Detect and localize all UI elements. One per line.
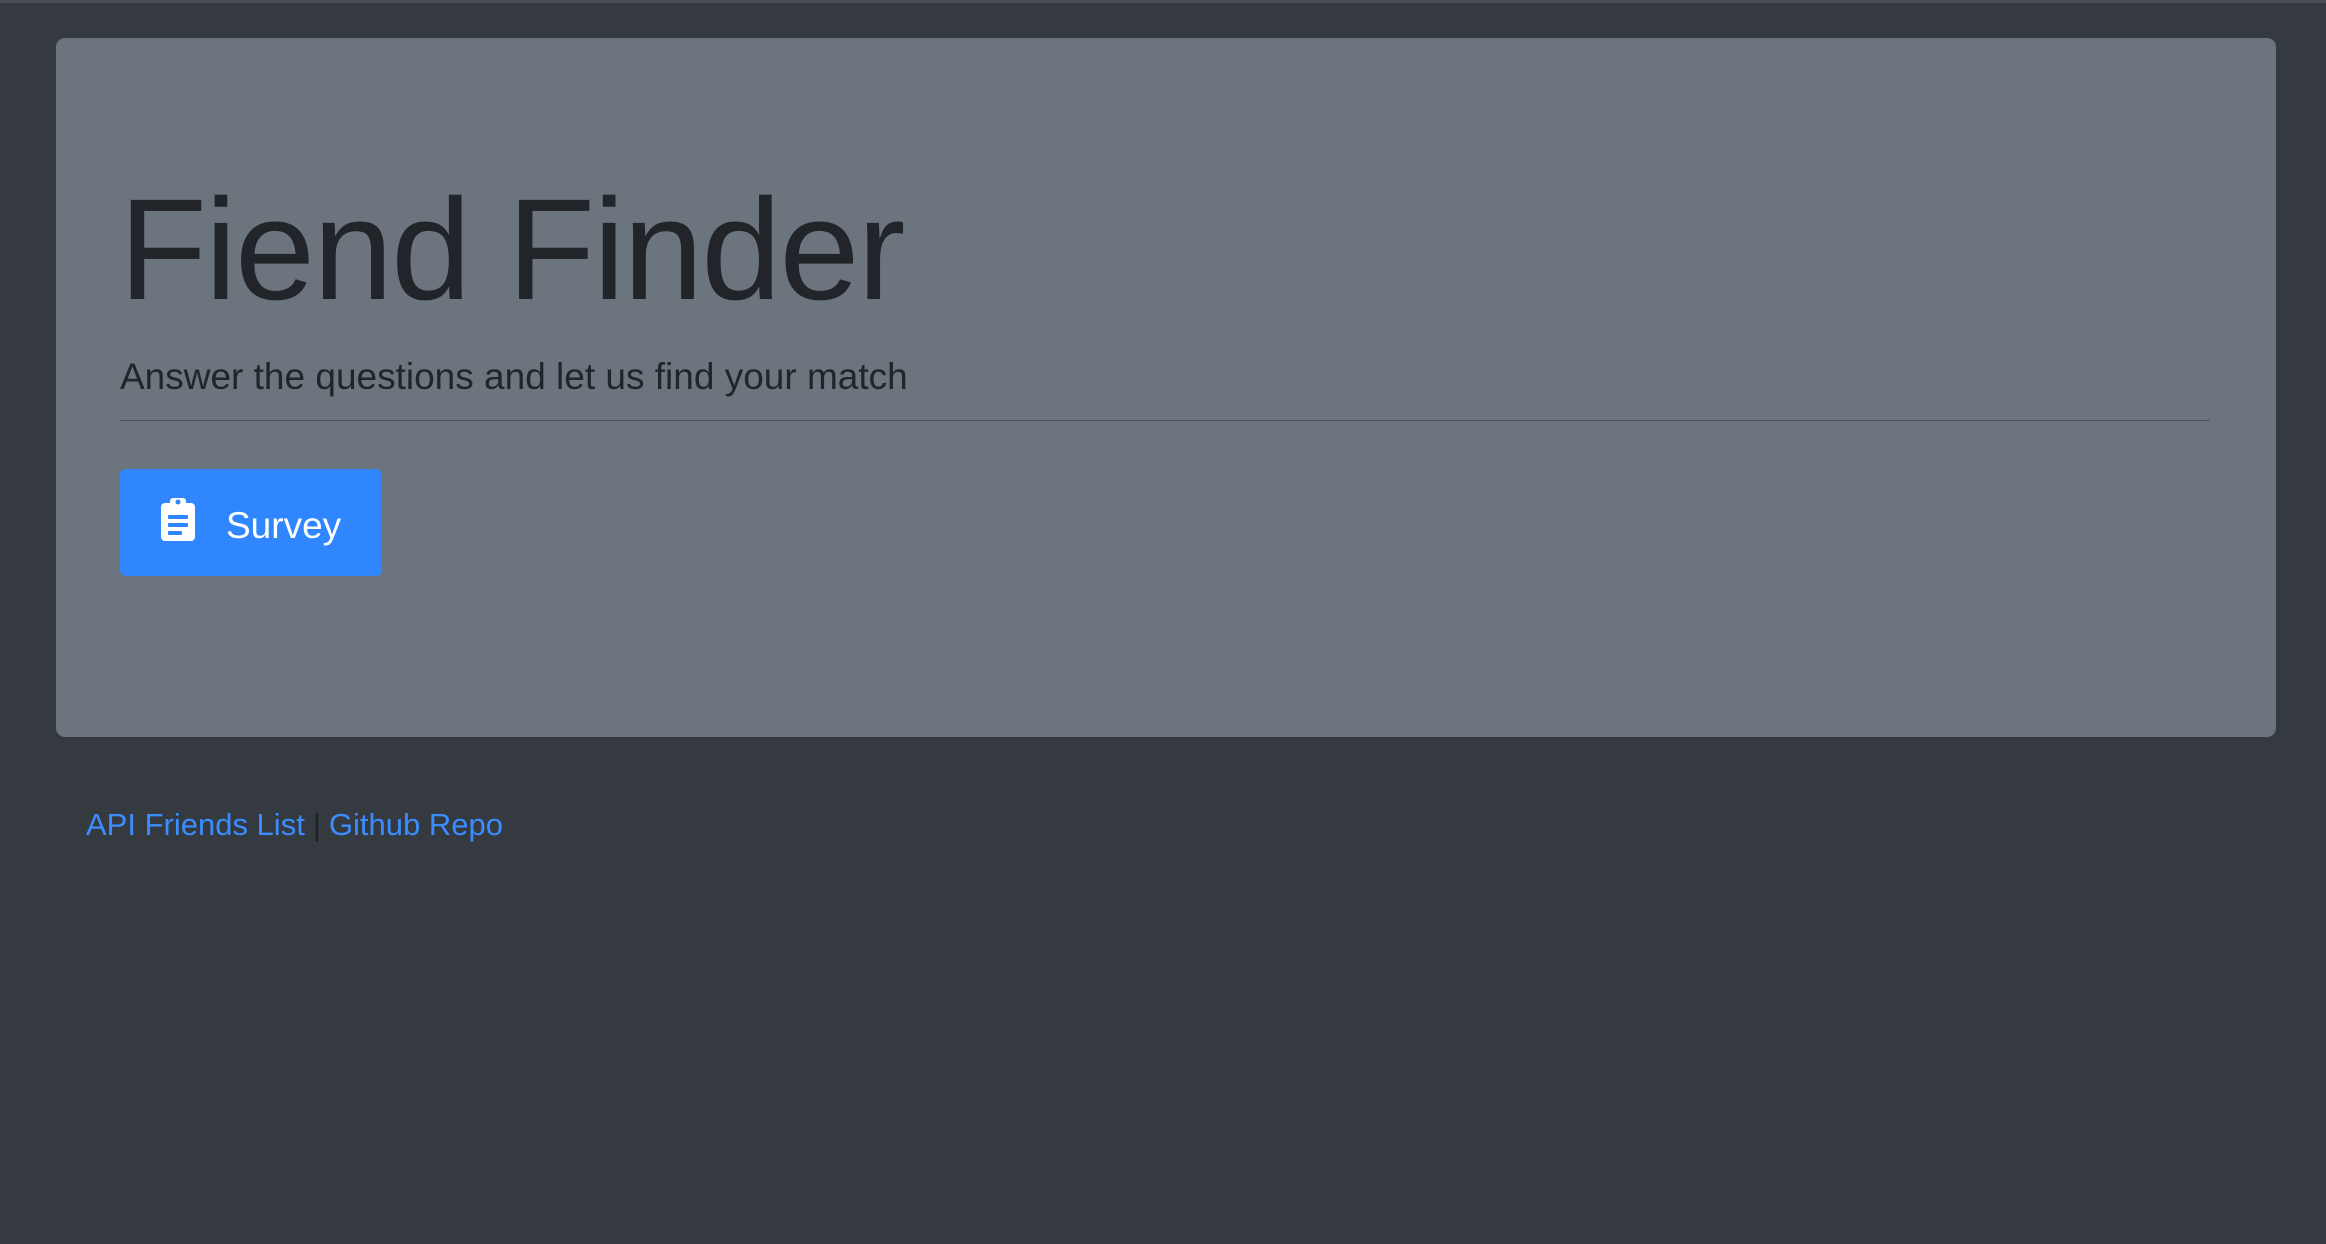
api-friends-list-link[interactable]: API Friends List (86, 807, 305, 842)
github-repo-link[interactable]: Github Repo (329, 807, 503, 842)
jumbotron: Fiend Finder Answer the questions and le… (56, 38, 2276, 737)
page-title: Fiend Finder (119, 169, 905, 330)
survey-button-label: Survey (226, 504, 342, 546)
footer-separator: | (312, 807, 321, 842)
clipboard-icon (158, 497, 198, 541)
lead-text: Answer the questions and let us find you… (120, 356, 908, 397)
footer: API Friends List | Github Repo (86, 807, 503, 843)
survey-button[interactable]: Survey (120, 469, 382, 576)
divider (120, 420, 2210, 421)
